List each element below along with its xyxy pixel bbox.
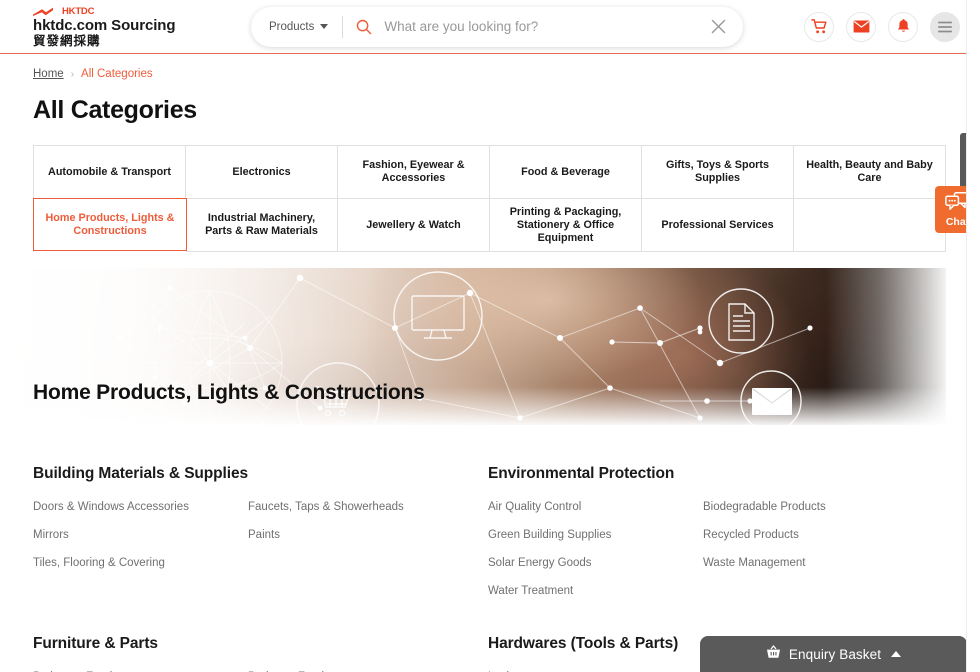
category-tile-printing-packaging[interactable]: Printing & Packaging, Stationery & Offic… — [490, 199, 642, 252]
subcategory-link[interactable]: Water Treatment — [488, 584, 703, 598]
subcategory-link[interactable]: Paints — [248, 528, 463, 542]
category-tile-gifts-toys-sports[interactable]: Gifts, Toys & Sports Supplies — [642, 146, 794, 199]
enquiry-basket-label: Enquiry Basket — [788, 646, 882, 662]
menu-icon[interactable] — [930, 11, 960, 42]
site-header: HKTDC hktdc.com Sourcing 貿發網採購 Products — [0, 0, 980, 54]
subcategory-link[interactable]: Mirrors — [33, 528, 248, 542]
brand-name: hktdc.com Sourcing — [33, 16, 176, 34]
subcategory-link[interactable]: Biodegradable Products — [703, 500, 918, 514]
section-links: Air Quality Control Biodegradable Produc… — [488, 500, 943, 598]
category-tile-empty — [794, 199, 946, 252]
hero-banner: Home Products, Lights & Constructions — [0, 268, 946, 425]
search-bar: Products — [251, 6, 743, 47]
subcategory-link[interactable]: Air Quality Control — [488, 500, 703, 514]
search-input[interactable] — [384, 19, 707, 34]
search-scope-label: Products — [269, 20, 315, 33]
category-tile-industrial-machinery[interactable]: Industrial Machinery, Parts & Raw Materi… — [186, 199, 338, 252]
header-icon-group — [804, 11, 960, 42]
section-furniture-parts: Furniture & Parts Bathroom Furniture Bed… — [33, 635, 488, 672]
section-environmental-protection: Environmental Protection Air Quality Con… — [488, 465, 943, 598]
subcategory-link[interactable]: Tiles, Flooring & Covering — [33, 556, 248, 570]
search-icon[interactable] — [356, 19, 372, 35]
category-tile-automobile-transport[interactable]: Automobile & Transport — [34, 146, 186, 199]
subcategory-link[interactable]: Recycled Products — [703, 528, 918, 542]
section-title: Building Materials & Supplies — [33, 465, 248, 482]
close-icon[interactable] — [707, 16, 729, 38]
section-title: Furniture & Parts — [33, 635, 158, 652]
section-links: Doors & Windows Accessories Faucets, Tap… — [33, 500, 488, 570]
mail-icon[interactable] — [846, 11, 876, 42]
category-tile-electronics[interactable]: Electronics — [186, 146, 338, 199]
enquiry-basket-button[interactable]: Enquiry Basket — [700, 636, 967, 672]
subcategory-link[interactable]: Faucets, Taps & Showerheads — [248, 500, 463, 514]
section-building-materials-supplies: Building Materials & Supplies Doors & Wi… — [33, 465, 488, 598]
subcategory-link[interactable]: Green Building Supplies — [488, 528, 703, 542]
basket-icon — [766, 644, 781, 664]
brand-mark-text: HKTDC — [62, 5, 95, 17]
section-title: Environmental Protection — [488, 465, 675, 482]
category-tile-food-beverage[interactable]: Food & Beverage — [490, 146, 642, 199]
chevron-down-icon — [320, 24, 329, 29]
subcategory-link[interactable]: Waste Management — [703, 556, 918, 570]
brand-name-chinese: 貿發網採購 — [33, 33, 101, 48]
page-title: All Categories — [33, 96, 197, 124]
subcategory-link[interactable]: Solar Energy Goods — [488, 556, 703, 570]
brand-logo[interactable]: HKTDC hktdc.com Sourcing 貿發網採購 — [33, 6, 233, 48]
category-tile-home-products-lights-constructions[interactable]: Home Products, Lights & Constructions — [33, 198, 187, 251]
brand-mark: HKTDC — [33, 6, 233, 17]
category-tile-health-beauty-baby[interactable]: Health, Beauty and Baby Care — [794, 146, 946, 199]
subcategory-link[interactable]: Doors & Windows Accessories — [33, 500, 248, 514]
hero-title: Home Products, Lights & Constructions — [33, 381, 425, 404]
bell-icon[interactable] — [888, 11, 918, 42]
category-tile-fashion-eyewear-accessories[interactable]: Fashion, Eyewear & Accessories — [338, 146, 490, 199]
breadcrumb-home-link[interactable]: Home — [33, 68, 64, 80]
chevron-up-icon — [891, 651, 902, 657]
breadcrumb-current: All Categories — [81, 68, 153, 80]
cart-icon[interactable] — [804, 11, 834, 42]
category-tile-professional-services[interactable]: Professional Services — [642, 199, 794, 252]
category-tile-jewellery-watch[interactable]: Jewellery & Watch — [338, 199, 490, 252]
breadcrumb: Home › All Categories — [0, 54, 980, 80]
category-grid: Automobile & Transport Electronics Fashi… — [33, 145, 946, 252]
breadcrumb-separator-icon: › — [70, 68, 75, 80]
search-scope-dropdown[interactable]: Products — [269, 15, 344, 38]
page-viewport: HKTDC hktdc.com Sourcing 貿發網採購 Products — [0, 0, 980, 672]
page-scrollbar[interactable] — [966, 0, 980, 672]
hktdc-swoosh-icon — [33, 7, 59, 16]
